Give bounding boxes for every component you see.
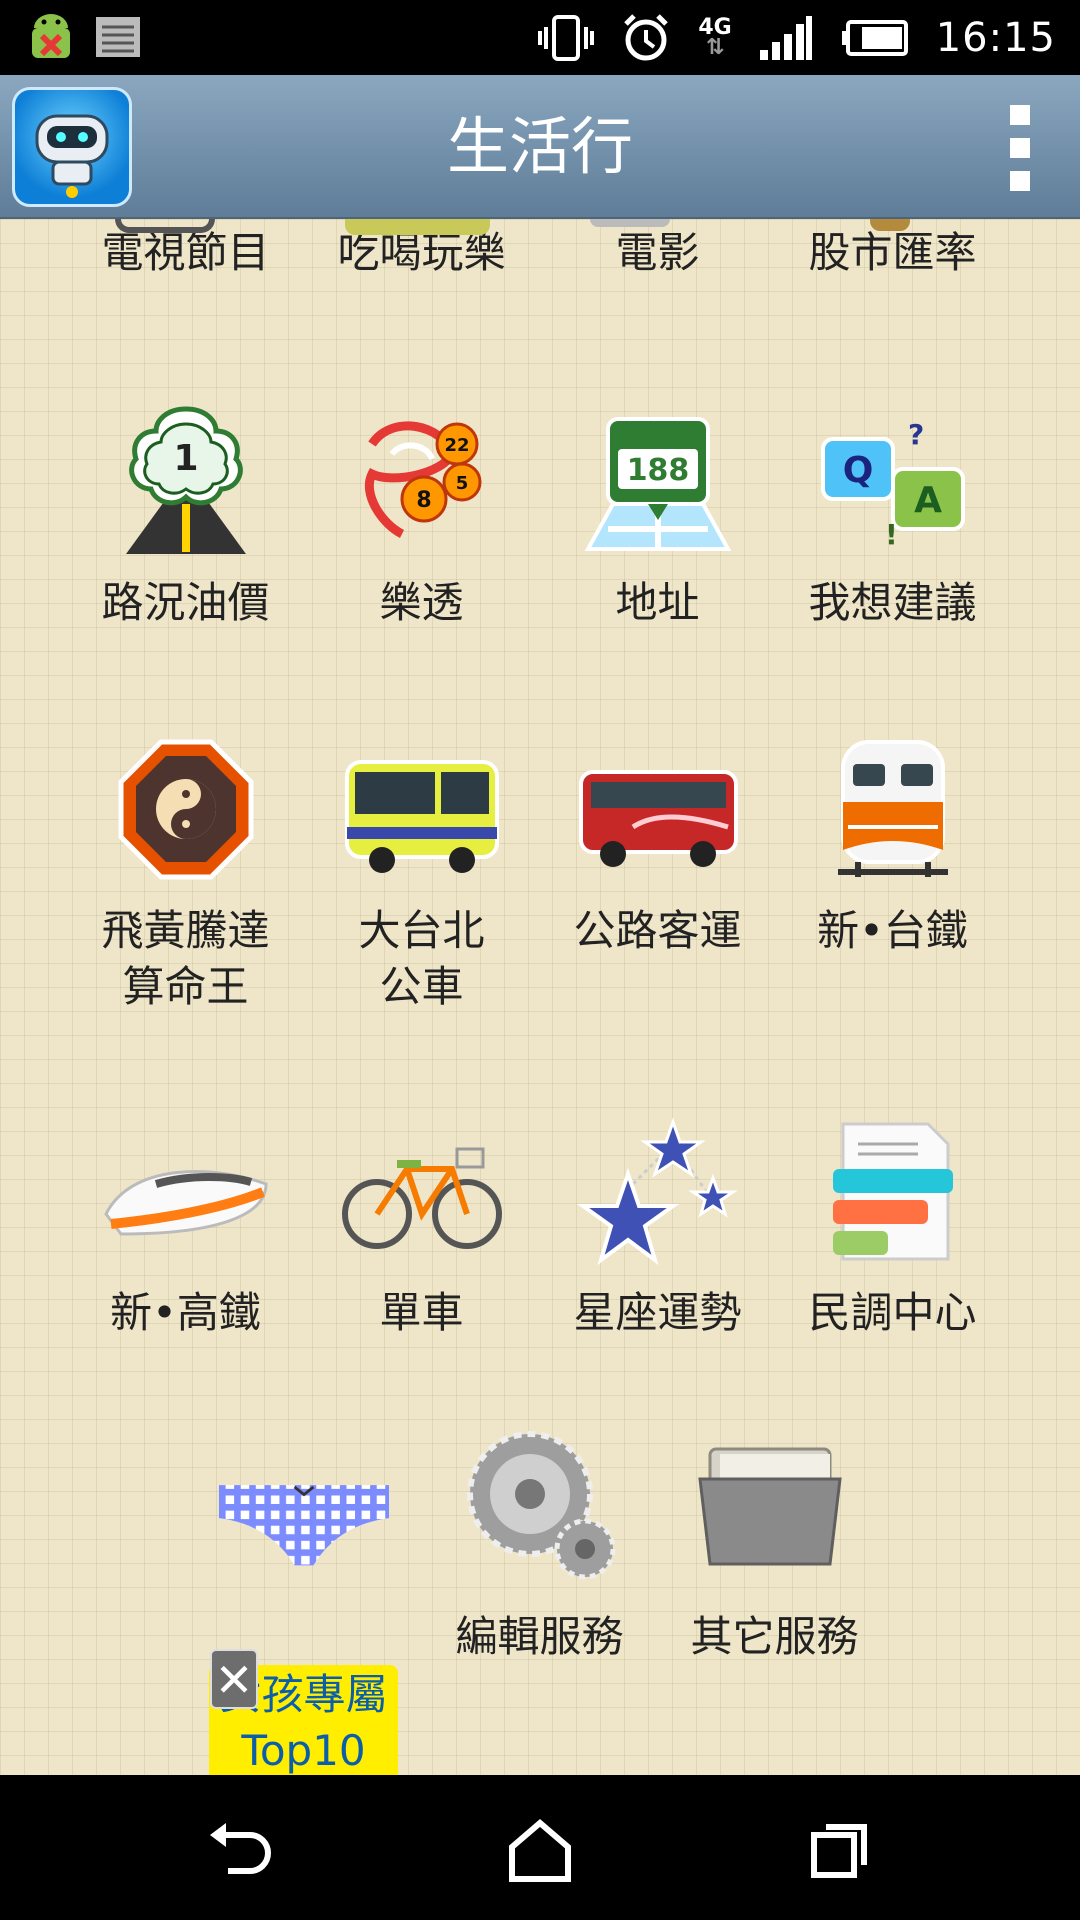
tile-bicycle[interactable]: 單車	[304, 1109, 539, 1341]
tile-label: 地址	[615, 578, 700, 627]
food-icon	[345, 219, 490, 235]
tile-label: 樂透	[379, 578, 464, 627]
tile-high-speed-rail[interactable]: 新•高鐵	[68, 1109, 303, 1341]
underwear-icon	[218, 1485, 389, 1566]
tile-label: 民調中心	[808, 1288, 977, 1337]
svg-text:22: 22	[444, 435, 469, 456]
close-icon[interactable]: ✕	[210, 1649, 258, 1709]
navigation-bar	[0, 1775, 1080, 1920]
tile-label: 我想建議	[808, 578, 977, 627]
tile-taipei-bus[interactable]: 大台北 公車	[304, 727, 539, 1015]
svg-text:188: 188	[626, 453, 689, 488]
svg-text:!: !	[885, 518, 898, 551]
tv-icon	[115, 219, 215, 233]
home-icon[interactable]	[500, 1815, 580, 1885]
folder-icon	[697, 1447, 842, 1566]
alarm-icon	[624, 13, 669, 60]
svg-text:1: 1	[173, 438, 198, 479]
android-debug-icon	[32, 14, 70, 58]
bus-icon	[344, 760, 499, 873]
tile-label: 新•台鐵	[817, 906, 968, 955]
back-icon[interactable]	[200, 1815, 280, 1885]
tile-label: 新•高鐵	[110, 1288, 261, 1337]
svg-text:5: 5	[455, 473, 468, 494]
notes-icon	[96, 17, 140, 57]
tile-label: 路況油價	[101, 578, 270, 627]
tile-suggestion[interactable]: Q A ? ! 我想建議	[775, 399, 1010, 631]
tile-label: 單車	[379, 1288, 464, 1337]
clock: 16:15	[935, 14, 1056, 61]
tile-label: 電視節目	[101, 228, 270, 277]
tile-horoscope[interactable]: 星座運勢	[540, 1109, 775, 1341]
app-bar: 生活行	[0, 75, 1080, 219]
tile-label: 編輯服務	[455, 1612, 624, 1661]
tile-label: 股市匯率	[808, 228, 977, 277]
tile-label: 飛黃騰達 算命王	[101, 906, 270, 1011]
tile-poll-center[interactable]: 民調中心	[775, 1109, 1010, 1341]
network-4g-icon: 4G ⇅	[698, 14, 732, 60]
svg-text:A: A	[914, 480, 942, 521]
vibrate-icon	[538, 14, 595, 61]
tile-label: 大台北 公車	[358, 906, 485, 1011]
hsr-icon	[103, 1170, 268, 1236]
page-title: 生活行	[446, 110, 633, 183]
tile-lotto[interactable]: 22 5 8 樂透	[304, 399, 539, 631]
poll-document-icon	[832, 1122, 953, 1261]
bagua-icon	[118, 739, 253, 880]
recent-apps-icon[interactable]	[800, 1815, 880, 1885]
coach-bus-icon	[578, 770, 738, 867]
tile-other-services[interactable]: 其它服務	[657, 1419, 892, 1665]
qa-icon: Q A ? !	[820, 418, 965, 551]
stock-icon	[870, 219, 910, 231]
tile-girls-top10[interactable]: 女孩專屬 Top10	[186, 1419, 421, 1775]
tile-highway-bus[interactable]: 公路客運	[540, 727, 775, 959]
tile-fortune[interactable]: 飛黃騰達 算命王	[68, 727, 303, 1015]
signal-icon	[759, 15, 812, 60]
tile-movie[interactable]: 電影	[540, 219, 775, 281]
traffic-road-icon: 1	[125, 406, 246, 554]
tile-label: 電影	[615, 228, 700, 277]
tile-label: 公路客運	[573, 906, 742, 955]
tile-edit-services[interactable]: 編輯服務	[422, 1419, 657, 1665]
tile-taiwan-railway[interactable]: 新•台鐵	[775, 727, 1010, 959]
battery-icon	[841, 19, 908, 56]
lotto-icon: 22 5 8	[364, 421, 481, 539]
gear-icon	[466, 1431, 615, 1580]
stars-icon	[576, 1117, 738, 1266]
tile-label: 其它服務	[690, 1612, 859, 1661]
train-icon	[837, 740, 948, 877]
bicycle-icon	[341, 1147, 502, 1249]
svg-text:8: 8	[416, 488, 431, 513]
svg-text:Q: Q	[842, 450, 873, 491]
movie-icon	[590, 219, 670, 227]
service-grid: 電視節目 吃喝玩樂 電影 股市匯率 1 路況油價 22 5 8 樂透 188 地…	[0, 219, 1080, 1775]
status-bar: 4G ⇅ 16:15	[0, 0, 1080, 75]
tile-address[interactable]: 188 地址	[540, 399, 775, 631]
overflow-menu-icon[interactable]	[1010, 105, 1034, 191]
tile-traffic-fuel[interactable]: 1 路況油價	[68, 399, 303, 631]
svg-text:?: ?	[908, 418, 924, 451]
address-map-icon: 188	[584, 417, 731, 551]
tile-label: 星座運勢	[573, 1288, 742, 1337]
